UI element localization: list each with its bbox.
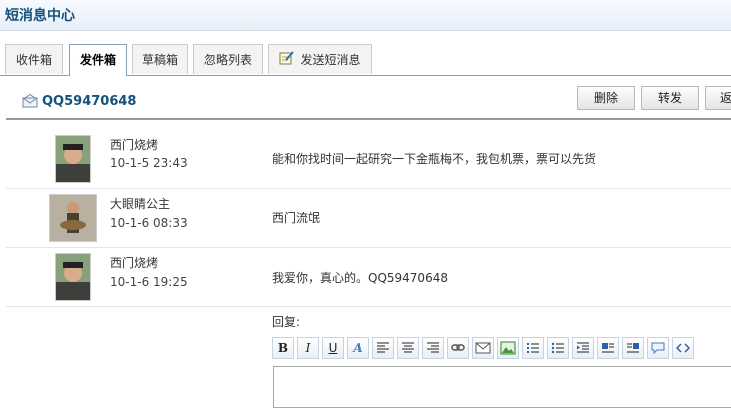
avatar xyxy=(55,253,91,301)
align-left-icon[interactable] xyxy=(372,337,394,359)
delete-button[interactable]: 删除 xyxy=(577,86,635,110)
avatar xyxy=(55,135,91,183)
image-icon[interactable] xyxy=(497,337,519,359)
pencil-paper-icon xyxy=(279,46,295,76)
message-time: 10-1-5 23:43 xyxy=(110,156,188,170)
font-color-icon[interactable]: A xyxy=(347,337,369,359)
back-button[interactable]: 返 xyxy=(705,86,731,110)
tab-outbox[interactable]: 发件箱 xyxy=(69,44,127,76)
message-text: 我爱你，真心的。QQ59470648 xyxy=(272,271,448,285)
message-item: 西门烧烤 10-1-5 23:43 能和你找时间一起研究一下金瓶梅不，我包机票，… xyxy=(6,120,731,188)
tab-bar: 收件箱 发件箱 草稿箱 忽略列表 发送短消息 xyxy=(0,40,731,76)
float-left-icon[interactable] xyxy=(597,337,619,359)
message-item: 大眼睛公主 10-1-6 08:33 西门流氓 xyxy=(6,189,731,247)
sender-name: 西门烧烤 xyxy=(110,256,159,270)
reply-editor[interactable] xyxy=(273,366,731,408)
underline-icon[interactable]: U xyxy=(322,337,344,359)
float-right-icon[interactable] xyxy=(622,337,644,359)
code-icon[interactable] xyxy=(672,337,694,359)
reply-label: 回复: xyxy=(272,315,301,329)
tab-send-message[interactable]: 发送短消息 xyxy=(268,44,372,74)
message-text: 西门流氓 xyxy=(272,211,321,225)
message-separator xyxy=(6,306,731,307)
message-time: 10-1-6 08:33 xyxy=(110,216,188,230)
tab-send-message-label: 发送短消息 xyxy=(300,53,361,67)
message-text: 能和你找时间一起研究一下金瓶梅不，我包机票，票可以先货 xyxy=(272,152,597,166)
align-center-icon[interactable] xyxy=(397,337,419,359)
envelope-icon xyxy=(22,93,38,108)
conversation-title: QQ59470648 xyxy=(22,93,137,112)
unordered-list-icon[interactable] xyxy=(547,337,569,359)
tab-drafts[interactable]: 草稿箱 xyxy=(132,44,188,74)
sender-name: 西门烧烤 xyxy=(110,138,159,152)
forward-button[interactable]: 转发 xyxy=(641,86,699,110)
italic-icon[interactable]: I xyxy=(297,337,319,359)
sender-name: 大眼睛公主 xyxy=(110,197,171,211)
page-header: 短消息中心 xyxy=(0,0,731,31)
link-icon[interactable] xyxy=(447,337,469,359)
message-item: 西门烧烤 10-1-6 19:25 我爱你，真心的。QQ59470648 xyxy=(6,248,731,306)
ordered-list-icon[interactable] xyxy=(522,337,544,359)
align-right-icon[interactable] xyxy=(422,337,444,359)
conversation-title-text: QQ59470648 xyxy=(42,94,137,109)
quote-icon[interactable] xyxy=(647,337,669,359)
tab-ignore-list[interactable]: 忽略列表 xyxy=(193,44,263,74)
avatar xyxy=(49,194,97,242)
message-time: 10-1-6 19:25 xyxy=(110,275,188,289)
indent-icon[interactable] xyxy=(572,337,594,359)
tab-inbox[interactable]: 收件箱 xyxy=(5,44,63,74)
bold-icon[interactable]: B xyxy=(272,337,294,359)
email-icon[interactable] xyxy=(472,337,494,359)
page-title: 短消息中心 xyxy=(5,8,75,24)
